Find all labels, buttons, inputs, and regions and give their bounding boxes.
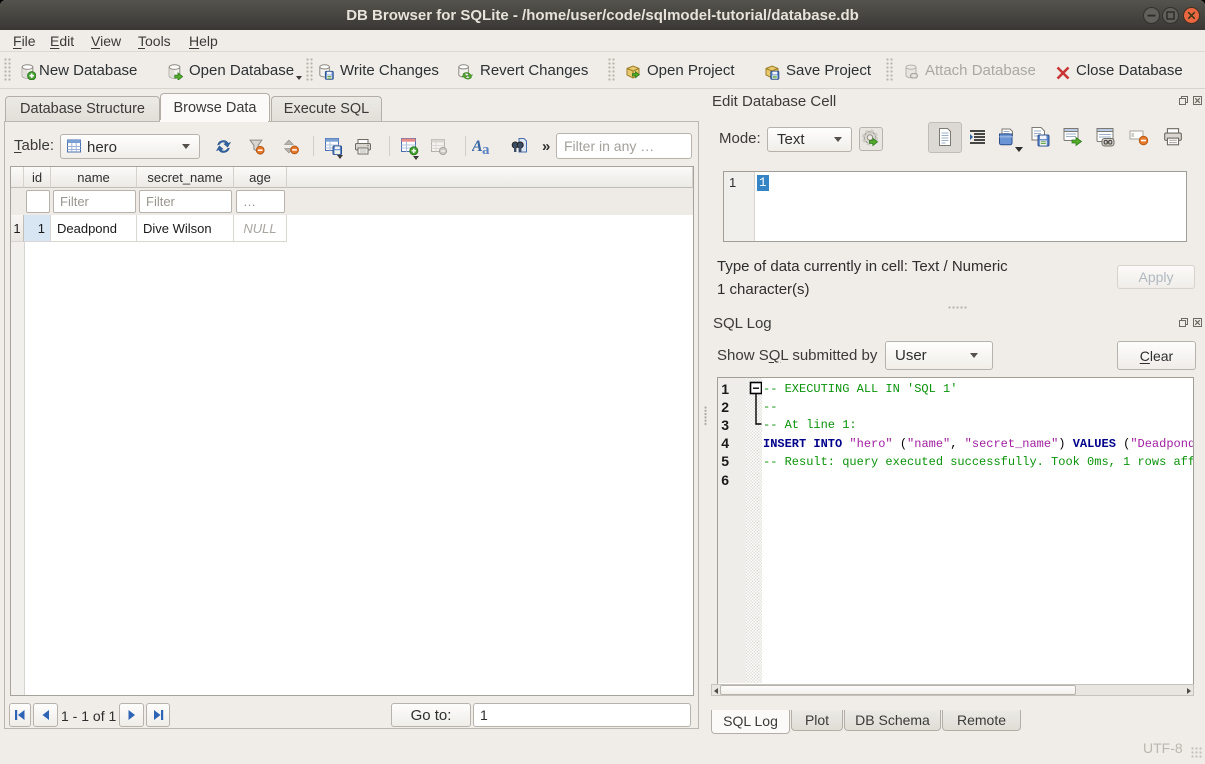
svg-text:a: a bbox=[482, 142, 490, 156]
